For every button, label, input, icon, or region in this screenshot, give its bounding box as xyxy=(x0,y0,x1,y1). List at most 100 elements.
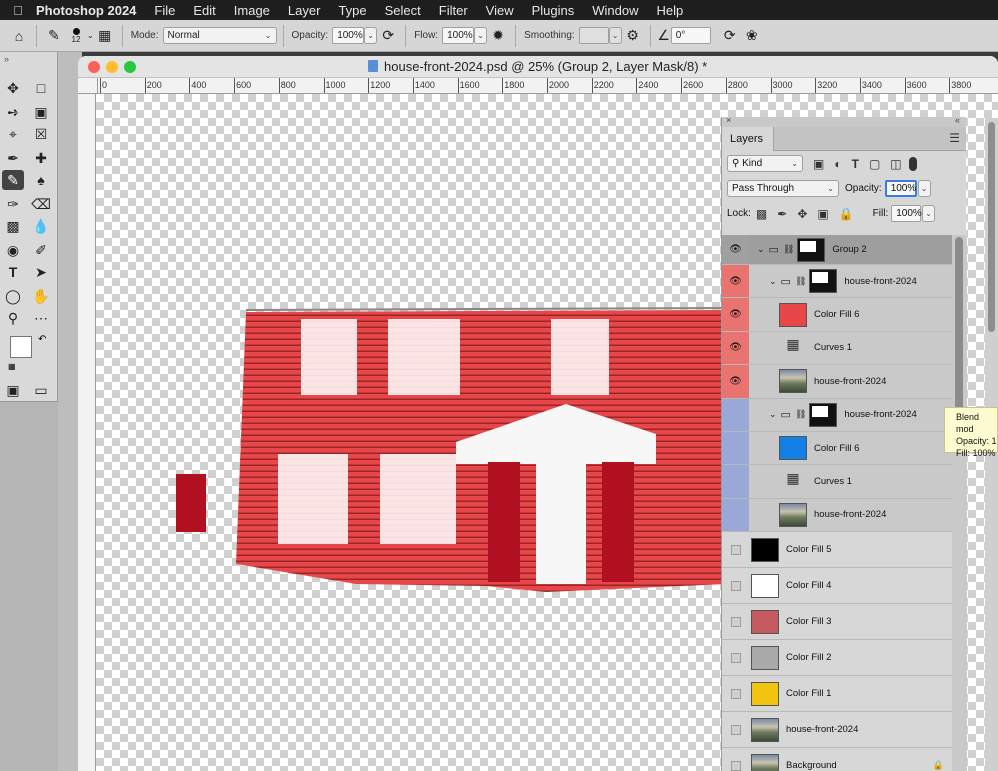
lock-all-icon[interactable]: 🔒 xyxy=(839,207,854,221)
blend-mode-select[interactable]: Pass Through ⌄ xyxy=(727,180,839,197)
layer-row[interactable]: Color Fill 6 xyxy=(722,431,952,466)
zoom-tool-icon[interactable]: ⚲ xyxy=(2,308,24,328)
layer-thumbnail[interactable] xyxy=(751,645,779,670)
fill-dropdown[interactable]: ⌄ xyxy=(922,205,936,222)
filter-kind-select[interactable]: ⚲ Kind ⌄ xyxy=(727,155,803,172)
path-select-icon[interactable]: ➤ xyxy=(30,262,52,282)
layer-row[interactable]: ⌄ ▭ ⛓ house-front-2024 xyxy=(722,398,952,432)
blur-tool-icon[interactable]: 💧 xyxy=(30,216,52,236)
lock-transparent-icon[interactable]: ▩ xyxy=(756,207,767,221)
layer-row[interactable]: Color Fill 3 xyxy=(722,604,952,641)
chevron-down-icon[interactable]: ⌄ xyxy=(87,31,94,40)
ruler-origin[interactable] xyxy=(78,78,98,94)
layer-thumbnail[interactable] xyxy=(751,753,779,771)
layer-row[interactable]: Color Fill 2 xyxy=(722,640,952,677)
healing-brush-icon[interactable]: ✚ xyxy=(30,148,52,168)
visibility-toggle[interactable] xyxy=(722,398,749,431)
link-icon[interactable]: ⛓ xyxy=(795,409,806,420)
tools-grip[interactable]: » xyxy=(0,52,57,68)
filter-pixel-icon[interactable]: ▣ xyxy=(813,157,824,171)
more-tools-icon[interactable]: ⋯ xyxy=(30,308,52,328)
link-icon[interactable]: ⛓ xyxy=(783,244,794,255)
filter-smartobject-icon[interactable]: ◫ xyxy=(890,157,901,171)
layer-thumbnail[interactable] xyxy=(779,302,807,327)
gradient-tool-icon[interactable]: ▩ xyxy=(2,216,24,236)
pressure-opacity-icon[interactable]: ⟳ xyxy=(377,25,399,47)
eraser-icon[interactable]: ⌫ xyxy=(30,194,52,214)
frame-tool-icon[interactable]: ☒ xyxy=(30,124,52,144)
menu-select[interactable]: Select xyxy=(385,3,421,18)
screen-mode-icon[interactable]: ▭ xyxy=(30,380,52,400)
layer-thumbnail[interactable] xyxy=(779,502,807,527)
mask-thumbnail[interactable] xyxy=(797,237,826,262)
visibility-toggle[interactable] xyxy=(722,640,749,675)
move-tool-icon[interactable]: ✥ xyxy=(2,78,24,98)
layer-row[interactable]: house-front-2024 xyxy=(722,498,952,533)
dodge-tool-icon[interactable]: ◉ xyxy=(2,240,24,260)
scroll-thumb[interactable] xyxy=(955,237,963,417)
menu-help[interactable]: Help xyxy=(657,3,684,18)
menu-file[interactable]: File xyxy=(154,3,175,18)
minimize-button[interactable] xyxy=(106,61,118,73)
menu-image[interactable]: Image xyxy=(234,3,270,18)
mask-thumbnail[interactable] xyxy=(809,269,838,294)
visibility-toggle[interactable] xyxy=(722,431,749,465)
menu-window[interactable]: Window xyxy=(592,3,638,18)
layer-row[interactable]: Background 🔒 xyxy=(722,748,952,771)
layer-row[interactable]: Color Fill 5 xyxy=(722,532,952,569)
layer-thumbnail[interactable] xyxy=(751,681,779,706)
panel-menu-icon[interactable]: ☰ xyxy=(949,131,960,145)
curves-icon[interactable]: ▦ xyxy=(779,470,807,494)
brush-tool-icon[interactable]: ✎ xyxy=(43,25,65,47)
eyedropper-icon[interactable]: ✒ xyxy=(2,148,24,168)
menu-view[interactable]: View xyxy=(486,3,514,18)
layer-thumbnail[interactable] xyxy=(751,573,779,598)
close-button[interactable] xyxy=(88,61,100,73)
symmetry-butterfly-icon[interactable]: ❀ xyxy=(741,25,763,47)
lasso-tool-icon[interactable]: ➺ xyxy=(2,102,24,122)
visibility-toggle[interactable] xyxy=(722,604,749,639)
opacity-input[interactable]: 100% xyxy=(332,27,365,44)
home-icon[interactable]: ⌂ xyxy=(8,25,30,47)
visibility-toggle[interactable]: 👁 xyxy=(722,235,749,264)
visibility-toggle[interactable]: 👁 xyxy=(722,331,749,365)
visibility-toggle[interactable] xyxy=(722,498,749,532)
layer-row[interactable]: 👁 ▦ Curves 1 xyxy=(722,331,952,366)
type-tool-icon[interactable]: T xyxy=(2,262,24,282)
opacity-dropdown[interactable]: ⌄ xyxy=(364,27,378,44)
layers-scrollbar[interactable] xyxy=(952,235,967,771)
layer-row[interactable]: 👁 house-front-2024 xyxy=(722,365,952,399)
curves-icon[interactable]: ▦ xyxy=(779,336,807,360)
zoom-button[interactable] xyxy=(124,61,136,73)
menu-type[interactable]: Type xyxy=(338,3,366,18)
layer-row[interactable]: 👁 Color Fill 6 xyxy=(722,298,952,332)
ellipse-tool-icon[interactable]: ◯ xyxy=(2,286,24,306)
app-name-menu[interactable]: Photoshop 2024 xyxy=(36,3,136,18)
flow-dropdown[interactable]: ⌄ xyxy=(474,27,488,44)
layer-thumbnail[interactable] xyxy=(779,369,807,394)
visibility-toggle[interactable]: 👁 xyxy=(722,265,749,298)
layer-thumbnail[interactable] xyxy=(751,609,779,634)
filter-type-icon[interactable]: T xyxy=(852,157,859,171)
scroll-thumb[interactable] xyxy=(988,122,995,332)
object-select-icon[interactable]: ▣ xyxy=(30,102,52,122)
close-icon[interactable]: × xyxy=(726,115,731,125)
lock-position-icon[interactable]: ✥ xyxy=(797,207,807,221)
layer-row[interactable]: 👁 ⌄ ▭ ⛓ house-front-2024 xyxy=(722,265,952,299)
mask-thumbnail[interactable] xyxy=(809,402,838,427)
lock-artboard-icon[interactable]: ▣ xyxy=(817,207,828,221)
layer-thumbnail[interactable] xyxy=(779,436,807,461)
brush-settings-icon[interactable]: ▦ xyxy=(94,25,116,47)
visibility-toggle[interactable] xyxy=(722,465,749,498)
foreground-color-swatch[interactable] xyxy=(10,336,32,358)
fill-input[interactable]: 100% xyxy=(891,205,922,222)
layer-opacity-dropdown[interactable]: ⌄ xyxy=(917,180,931,197)
layer-row[interactable]: 👁 ⌄ ▭ ⛓ Group 2 xyxy=(722,235,952,265)
apple-icon[interactable]:  xyxy=(0,3,36,18)
layer-row[interactable]: Color Fill 1 xyxy=(722,676,952,713)
vertical-ruler[interactable] xyxy=(78,94,96,771)
brush-preset-picker[interactable]: 12 xyxy=(65,27,87,44)
swap-colors-icon[interactable]: ↶ xyxy=(38,334,46,345)
smoothing-input[interactable] xyxy=(578,27,609,44)
layer-thumbnail[interactable] xyxy=(751,537,779,562)
